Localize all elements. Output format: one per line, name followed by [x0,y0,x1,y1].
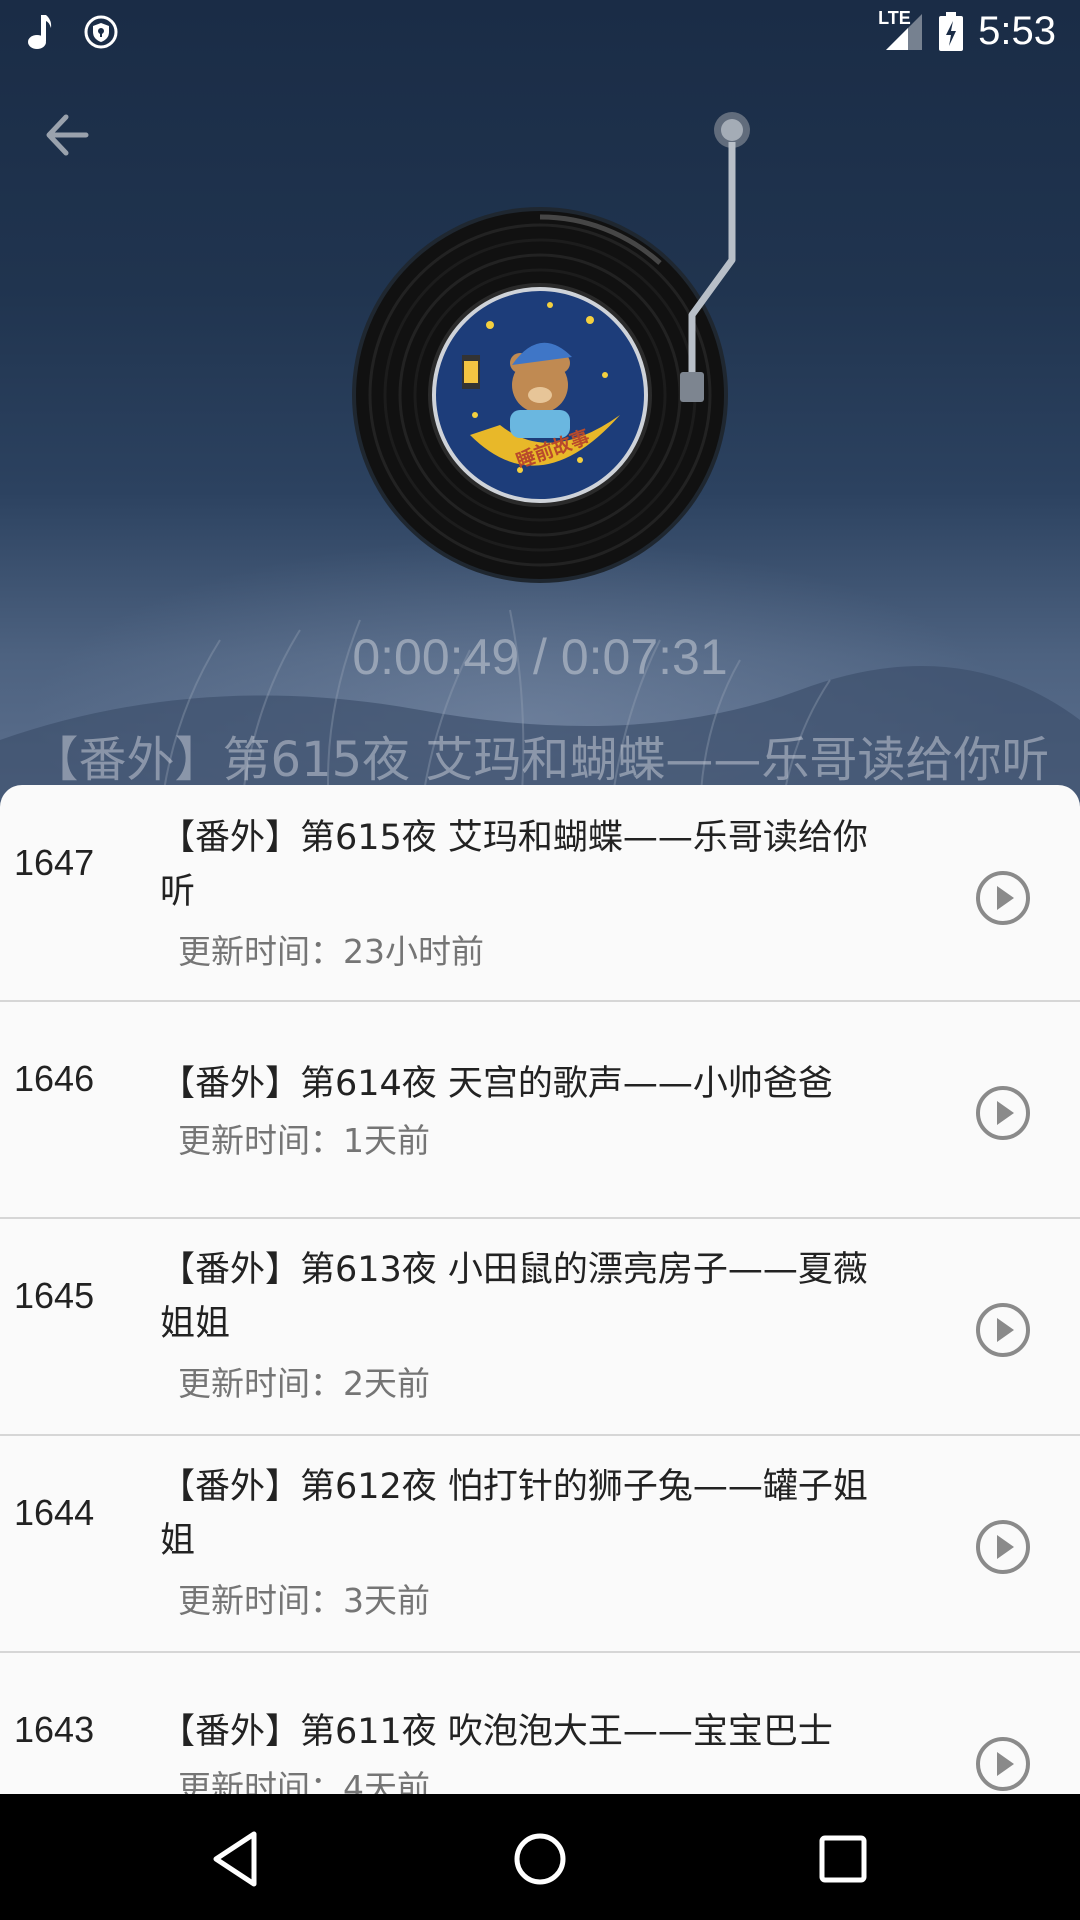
album-art [432,287,648,503]
now-playing-title: 【番外】第615夜 艾玛和蝴蝶——乐哥读给你听 [30,732,1050,788]
episode-number: 1644 [14,1492,95,1533]
battery-charging-icon [939,11,964,51]
back-arrow-icon[interactable] [40,105,108,165]
episode-title: 【番外】第613夜 小田鼠的漂亮房子——夏薇姐姐 [160,1250,868,1344]
episode-row[interactable]: 1646 【番外】第614夜 天宫的歌声——小帅爸爸 更新时间：1天前 [0,1002,1080,1219]
episode-number: 1645 [14,1275,95,1316]
recents-square-icon[interactable] [808,1824,878,1894]
tonearm [680,112,750,402]
episode-number: 1646 [14,1058,95,1099]
episode-title: 【番外】第615夜 艾玛和蝴蝶——乐哥读给你听 [160,818,868,912]
episode-row[interactable]: 1644 【番外】第612夜 怕打针的狮子兔——罐子姐姐 更新时间：3天前 [0,1436,1080,1653]
episode-row[interactable]: 1645 【番外】第613夜 小田鼠的漂亮房子——夏薇姐姐 更新时间：2天前 [0,1219,1080,1436]
episode-number: 1647 [14,842,95,883]
back-triangle-icon[interactable] [202,1824,272,1894]
episode-row[interactable]: 1643 【番外】第611夜 吹泡泡大王——宝宝巴士 更新时间：4天前 [0,1653,1080,1794]
episode-title: 【番外】第612夜 怕打针的狮子兔——罐子姐姐 [160,1467,868,1561]
episode-title: 【番外】第614夜 天宫的歌声——小帅爸爸 [160,1064,833,1104]
navigation-bar [0,1794,1080,1920]
episode-number: 1643 [14,1709,95,1750]
play-icon[interactable] [974,1301,1032,1359]
play-icon[interactable] [974,1084,1032,1142]
episode-updated-time: 更新时间：3天前 [178,1581,430,1620]
status-bar: LTE 5:53 [0,0,1080,63]
episode-updated-time: 更新时间：2天前 [178,1364,430,1403]
home-circle-icon[interactable] [505,1824,575,1894]
episode-updated-time: 更新时间：4天前 [178,1768,430,1794]
play-icon[interactable] [974,869,1032,927]
play-icon[interactable] [974,1518,1032,1576]
play-icon[interactable] [974,1735,1032,1793]
episode-updated-time: 更新时间：23小时前 [178,932,484,971]
episode-title: 【番外】第611夜 吹泡泡大王——宝宝巴士 [160,1712,833,1752]
signal-icon: LTE [878,8,924,52]
episode-row[interactable]: 1647 【番外】第615夜 艾玛和蝴蝶——乐哥读给你听 更新时间：23小时前 [0,785,1080,1002]
episode-list-panel[interactable]: 1647 【番外】第615夜 艾玛和蝴蝶——乐哥读给你听 更新时间：23小时前 … [0,785,1080,1794]
episode-updated-time: 更新时间：1天前 [178,1121,430,1160]
playback-time-readout: 0:00:49 / 0:07:31 [352,629,728,685]
music-note-icon [28,14,52,49]
shield-icon [84,15,118,48]
status-clock: 5:53 [978,9,1056,53]
